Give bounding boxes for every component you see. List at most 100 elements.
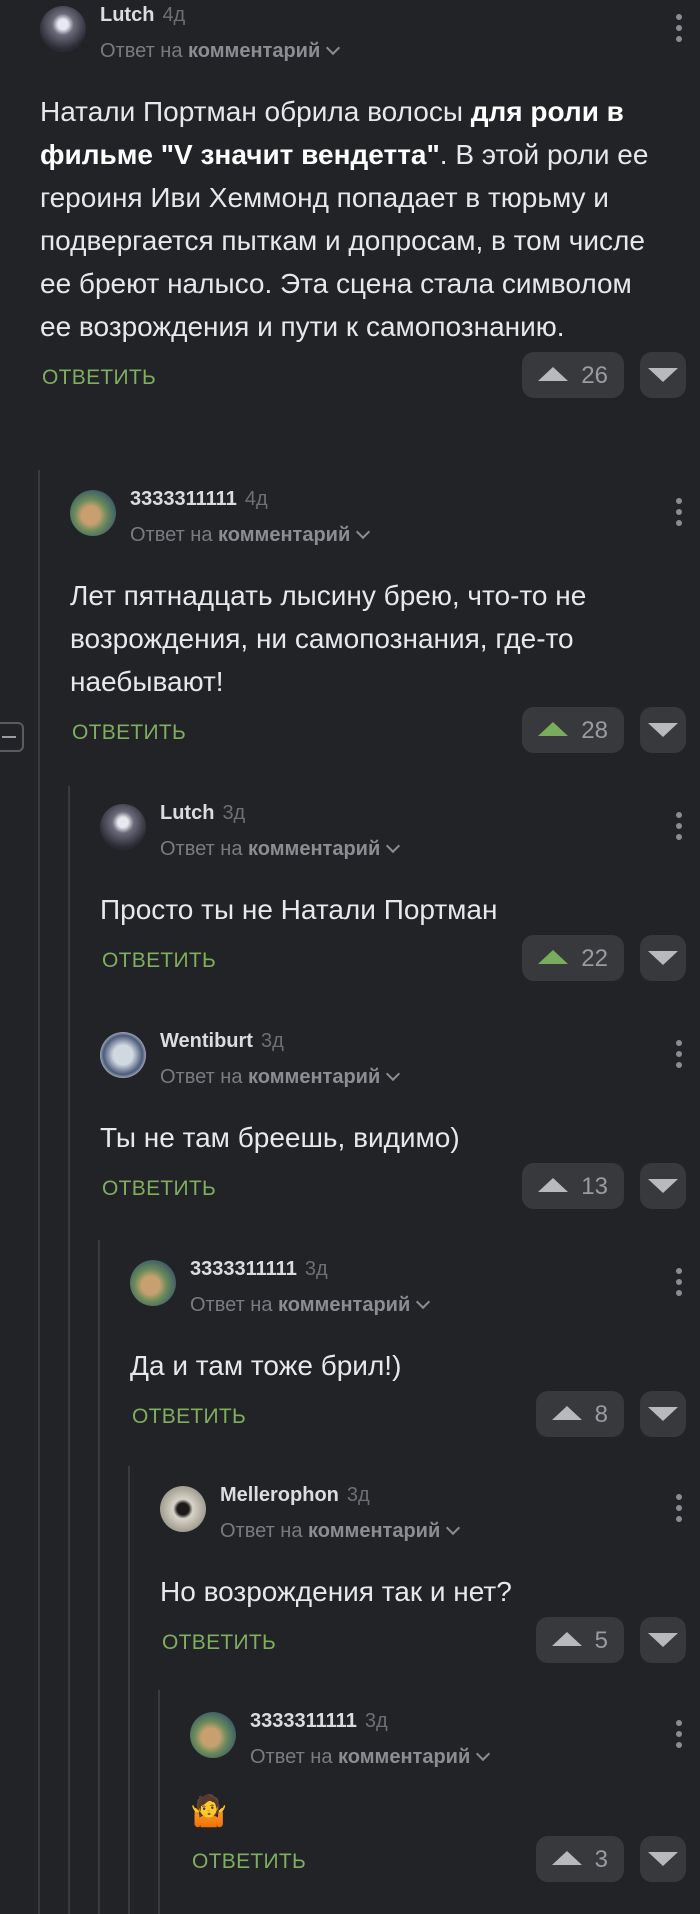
avatar[interactable] [40, 6, 86, 52]
avatar[interactable] [100, 804, 146, 850]
upvote-button[interactable]: 5 [536, 1617, 624, 1663]
username[interactable]: 3333311111 4д [130, 488, 268, 511]
reply-to-target[interactable]: комментарий [308, 1520, 440, 1542]
downvote-button[interactable] [640, 352, 686, 398]
arrow-down-icon [648, 1179, 678, 1193]
reply-to-prefix: Ответ на [190, 1294, 273, 1316]
comment-header: 3333311111 3д Ответ на комментарий [130, 1254, 700, 1330]
downvote-button[interactable] [640, 1391, 686, 1437]
comment-age: 3д [260, 1030, 284, 1052]
avatar[interactable] [100, 1032, 146, 1078]
arrow-up-icon [538, 1178, 568, 1192]
more-vertical-icon[interactable] [676, 1494, 682, 1527]
username[interactable]: 3333311111 3д [250, 1710, 388, 1733]
reply-button[interactable]: ОТВЕТИТЬ [102, 949, 216, 973]
comment-text: Да и там тоже брил!) [130, 1350, 402, 1381]
upvote-button[interactable]: 3 [536, 1836, 624, 1882]
reply-button[interactable]: ОТВЕТИТЬ [42, 366, 156, 390]
downvote-button[interactable] [640, 1617, 686, 1663]
upvote-button[interactable]: 22 [522, 935, 624, 981]
avatar[interactable] [160, 1486, 206, 1532]
arrow-up-icon [552, 1851, 582, 1865]
upvote-button[interactable]: 26 [522, 352, 624, 398]
comment-actions: ОТВЕТИТЬ 22 [100, 935, 700, 993]
username[interactable]: Lutch 3д [160, 802, 245, 825]
reply-to-prefix: Ответ на [220, 1520, 303, 1542]
arrow-up-icon [538, 950, 568, 964]
reply-to[interactable]: Ответ на комментарий [100, 40, 341, 63]
comment-age: 3д [364, 1710, 388, 1732]
thread-line [128, 1466, 130, 1914]
more-vertical-icon[interactable] [676, 812, 682, 845]
reply-to-target[interactable]: комментарий [278, 1294, 410, 1316]
reply-button[interactable]: ОТВЕТИТЬ [132, 1405, 246, 1429]
reply-button[interactable]: ОТВЕТИТЬ [72, 721, 186, 745]
upvote-button[interactable]: 13 [522, 1163, 624, 1209]
comment-actions: ОТВЕТИТЬ 3 [190, 1836, 700, 1894]
downvote-button[interactable] [640, 935, 686, 981]
reply-to-target[interactable]: комментарий [248, 1066, 380, 1088]
chevron-down-icon[interactable] [356, 524, 371, 540]
reply-to[interactable]: Ответ на комментарий [250, 1746, 491, 1769]
more-vertical-icon[interactable] [676, 1040, 682, 1073]
username[interactable]: Mellerophon 3д [220, 1484, 370, 1507]
reply-to[interactable]: Ответ на комментарий [130, 524, 371, 547]
comment-age: 3д [346, 1484, 370, 1506]
reply-to-target[interactable]: комментарий [338, 1746, 470, 1768]
reply-to-prefix: Ответ на [160, 1066, 243, 1088]
avatar[interactable] [70, 490, 116, 536]
comment-age: 3д [222, 802, 246, 824]
upvote-button[interactable]: 28 [522, 707, 624, 753]
chevron-down-icon[interactable] [386, 838, 401, 854]
chevron-down-icon[interactable] [416, 1294, 431, 1310]
collapse-thread-button[interactable] [0, 722, 24, 752]
more-vertical-icon[interactable] [676, 498, 682, 531]
reply-to-prefix: Ответ на [250, 1746, 333, 1768]
downvote-button[interactable] [640, 1836, 686, 1882]
chevron-down-icon[interactable] [326, 40, 341, 56]
comment-header: Lutch 4д Ответ на комментарий [40, 0, 700, 76]
comment: Mellerophon 3д Ответ на комментарий Но во… [160, 1480, 700, 1675]
reply-to-prefix: Ответ на [130, 524, 213, 546]
reply-to-prefix: Ответ на [100, 40, 183, 62]
thread-line [98, 1240, 100, 1914]
downvote-button[interactable] [640, 707, 686, 753]
reply-to-target[interactable]: комментарий [248, 838, 380, 860]
reply-to[interactable]: Ответ на комментарий [220, 1520, 461, 1543]
arrow-down-icon [648, 951, 678, 965]
reply-to-target[interactable]: комментарий [218, 524, 350, 546]
chevron-down-icon[interactable] [446, 1520, 461, 1536]
reply-button[interactable]: ОТВЕТИТЬ [102, 1177, 216, 1201]
more-vertical-icon[interactable] [676, 14, 682, 47]
downvote-button[interactable] [640, 1163, 686, 1209]
comment-age: 4д [244, 488, 268, 510]
chevron-down-icon[interactable] [386, 1066, 401, 1082]
comment-text: Ты не там бреешь, видимо) [100, 1122, 460, 1153]
upvote-button[interactable]: 8 [536, 1391, 624, 1437]
reply-button[interactable]: ОТВЕТИТЬ [192, 1850, 306, 1874]
comment-actions: ОТВЕТИТЬ 8 [130, 1391, 700, 1449]
comment-age: 4д [162, 4, 186, 26]
avatar[interactable] [130, 1260, 176, 1306]
comment: 3333311111 4д Ответ на комментарий Лет пя… [70, 484, 700, 765]
username[interactable]: 3333311111 3д [190, 1258, 328, 1281]
comment-text-part: Натали Портман обрила волосы [40, 96, 471, 127]
reply-to-target[interactable]: комментарий [188, 40, 320, 62]
comment-actions: ОТВЕТИТЬ 5 [160, 1617, 700, 1675]
comment-header: 3333311111 4д Ответ на комментарий [70, 484, 700, 560]
vote-count: 22 [581, 945, 608, 972]
reply-button[interactable]: ОТВЕТИТЬ [162, 1631, 276, 1655]
reply-to[interactable]: Ответ на комментарий [190, 1294, 431, 1317]
comment: Lutch 3д Ответ на комментарий Просто ты н… [100, 798, 700, 993]
vote-count: 5 [594, 1627, 608, 1654]
avatar[interactable] [190, 1712, 236, 1758]
more-vertical-icon[interactable] [676, 1720, 682, 1753]
username[interactable]: Wentiburt 3д [160, 1030, 284, 1053]
username[interactable]: Lutch 4д [100, 4, 185, 27]
arrow-down-icon [648, 1407, 678, 1421]
more-vertical-icon[interactable] [676, 1268, 682, 1301]
chevron-down-icon[interactable] [476, 1746, 491, 1762]
comment-text: Лет пятнадцать лысину брею, что-то не во… [70, 580, 587, 697]
reply-to[interactable]: Ответ на комментарий [160, 1066, 401, 1089]
reply-to[interactable]: Ответ на комментарий [160, 838, 401, 861]
